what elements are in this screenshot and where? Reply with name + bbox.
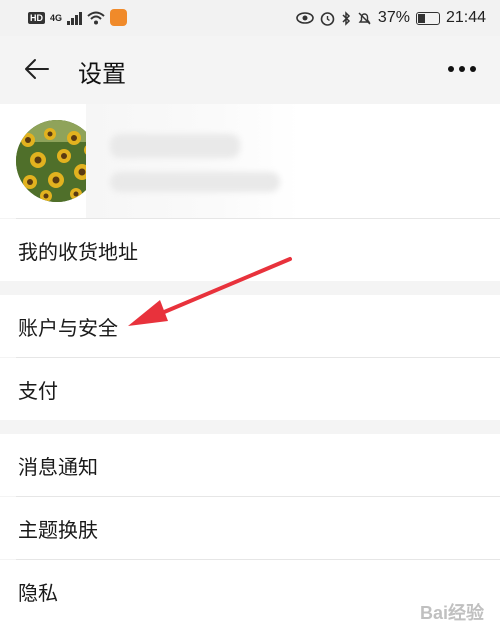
list-item-account-security[interactable]: 账户与安全 <box>0 295 500 357</box>
more-dots-icon[interactable] <box>448 66 476 72</box>
list-item-payment[interactable]: 支付 <box>0 358 500 420</box>
watermark: Bai经验 <box>419 603 484 623</box>
clock: 21:44 <box>445 9 486 26</box>
network-type: 4G <box>50 12 63 23</box>
eye-icon <box>296 12 314 24</box>
hd-icon: HD <box>28 11 45 24</box>
list-item-label: 主题换肤 <box>18 518 98 542</box>
list-item-label: 账户与安全 <box>18 316 118 340</box>
app-header: 设置 <box>0 36 500 104</box>
back-arrow-icon[interactable] <box>22 54 52 84</box>
list-item-label: 我的收货地址 <box>18 240 138 264</box>
profile-card[interactable] <box>0 104 500 218</box>
list-item-theme[interactable]: 主题换肤 <box>0 497 500 559</box>
status-right: 37% 21:44 <box>296 9 486 27</box>
status-left: HD 4G <box>28 9 128 26</box>
list-item-label: 消息通知 <box>18 455 98 479</box>
blurred-name <box>110 134 240 158</box>
app-notification-icon <box>110 9 128 26</box>
list-item-label: 隐私 <box>18 581 58 605</box>
battery-percent: 37% <box>377 9 410 26</box>
status-bar: HD 4G 37% 21:44 <box>0 0 500 36</box>
list-item-address[interactable]: 我的收货地址 <box>0 219 500 281</box>
alarm-icon <box>320 11 335 26</box>
page-title: 设置 <box>78 60 126 88</box>
blurred-account <box>110 172 280 192</box>
mute-icon <box>358 11 371 25</box>
list-item-notifications[interactable]: 消息通知 <box>0 434 500 496</box>
bluetooth-icon <box>342 10 350 26</box>
list-item-label: 支付 <box>18 379 58 403</box>
signal-icon <box>67 11 83 25</box>
wifi-icon <box>87 11 105 24</box>
blurred-profile-info <box>86 104 300 218</box>
battery-icon <box>415 11 440 25</box>
